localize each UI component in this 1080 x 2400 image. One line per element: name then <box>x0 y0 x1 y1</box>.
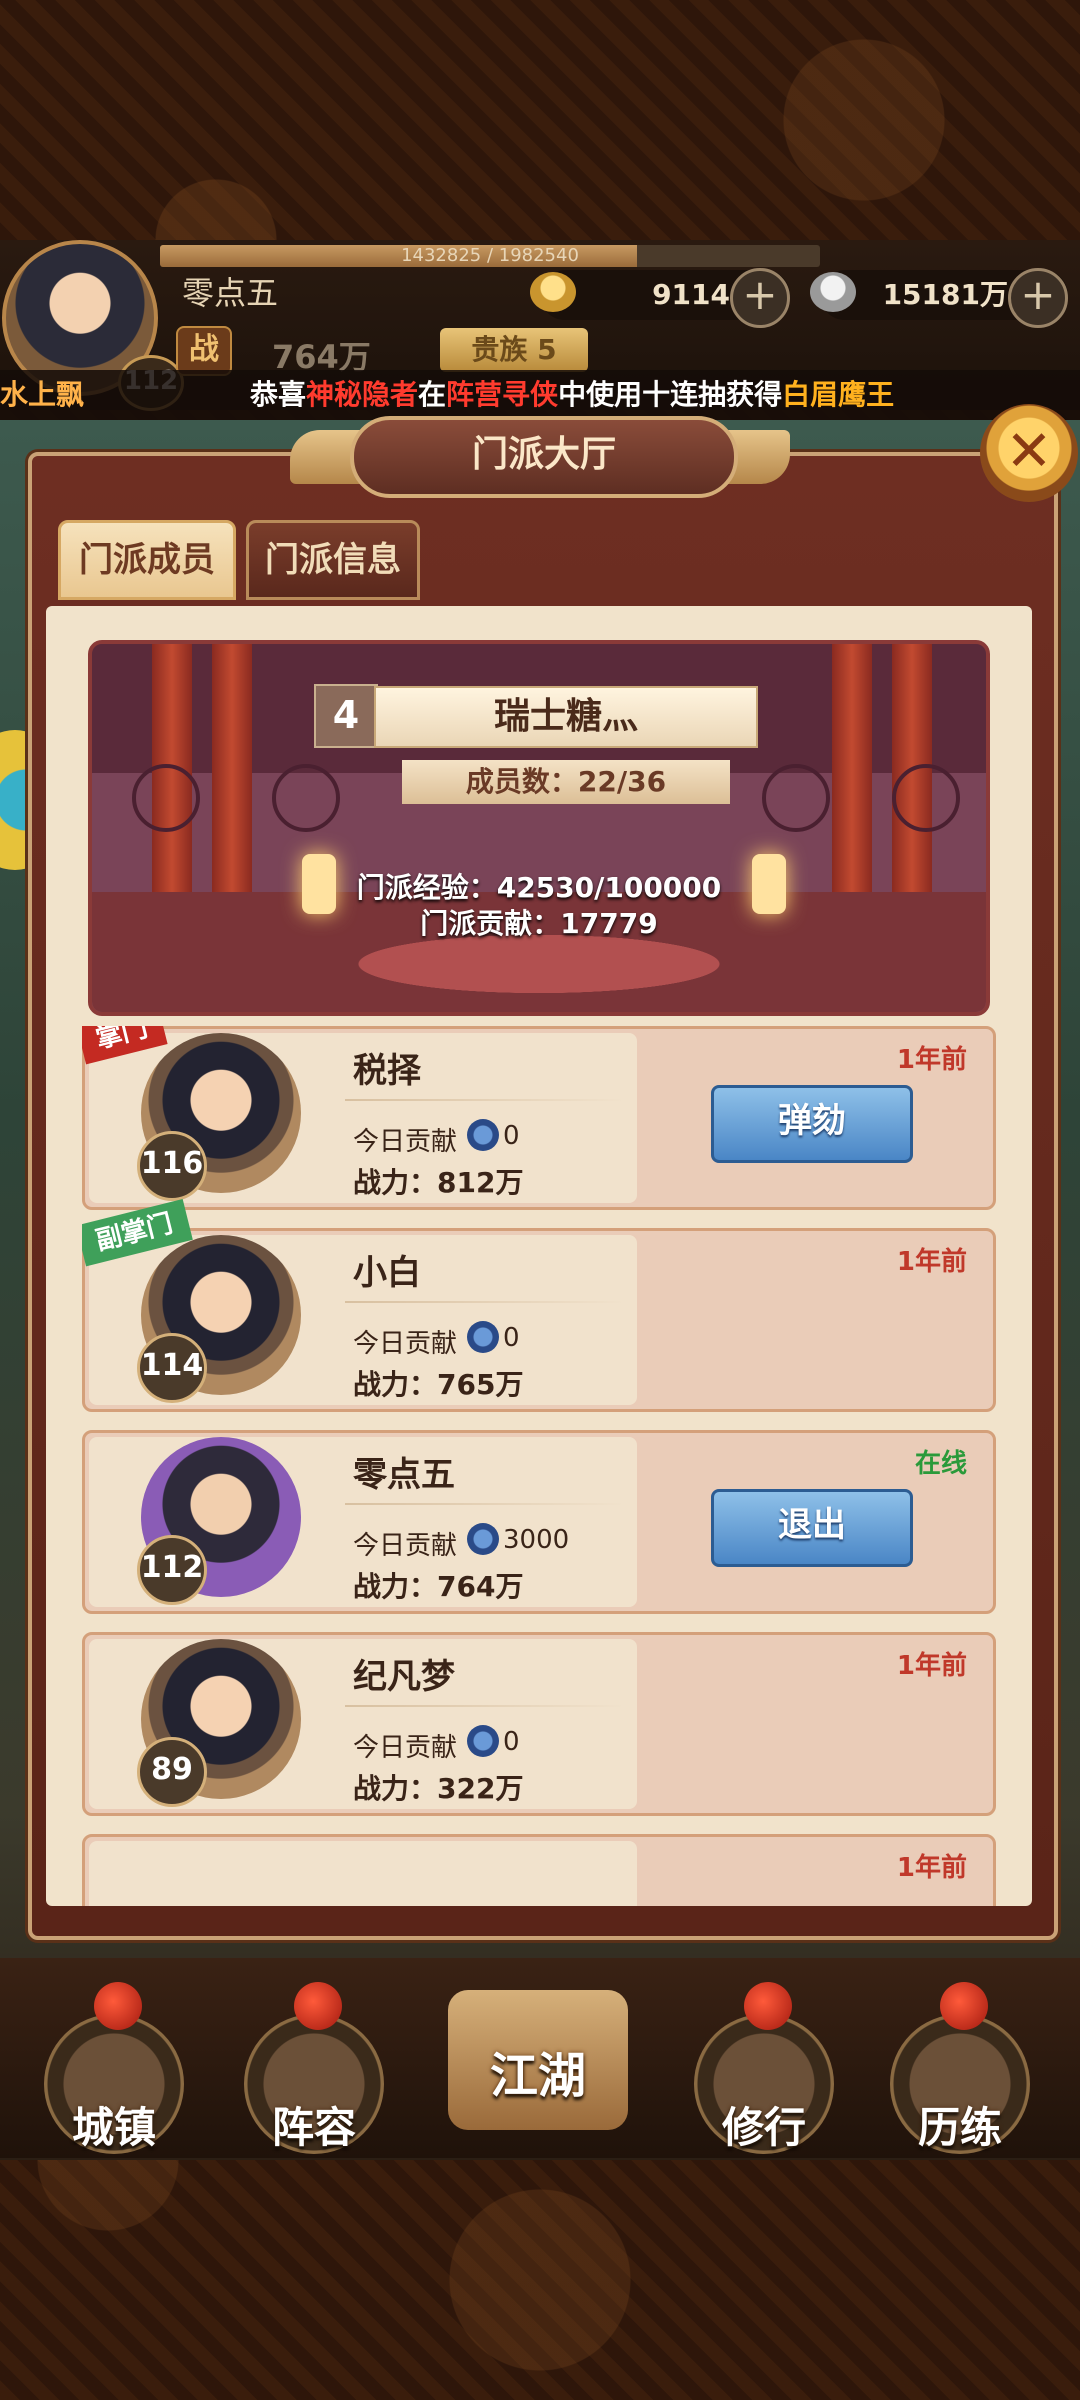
marquee-mid1: 在 <box>418 378 447 411</box>
dialog-title: 门派大厅 <box>350 416 738 498</box>
marquee-reward: 白眉鹰王 <box>782 378 895 411</box>
sect-member-count: 成员数：22/36 <box>402 760 730 804</box>
gold-currency: 9114 + <box>530 268 790 328</box>
member-power: 战力：764万 <box>353 1570 524 1603</box>
member-list[interactable]: 116 掌门 税择 今日贡献 0 战力：812万 1年前 弹劾 114 副掌门 … <box>82 1026 996 1906</box>
sect-contribution: 门派贡献：17779 <box>420 907 658 940</box>
dialog-content: 4 瑞士糖灬 成员数：22/36 门派经验：42530/100000 门派贡献：… <box>46 606 1032 1906</box>
contribution-label: 今日贡献 <box>353 1531 458 1561</box>
contribution-token-icon <box>467 1523 499 1555</box>
nav-trial-label[interactable]: 历练 <box>890 2094 1030 2155</box>
member-last-online: 1年前 <box>896 1247 967 1277</box>
nav-jianghu-label[interactable]: 江湖 <box>448 2036 628 2106</box>
member-card[interactable]: 114 副掌门 小白 今日贡献 0 战力：765万 1年前 <box>82 1199 996 1412</box>
sect-exp: 门派经验：42530/100000 <box>356 871 722 904</box>
contribution-value: 3000 <box>503 1525 570 1555</box>
marquee-prefix: 恭喜 <box>250 378 307 411</box>
member-card[interactable]: 116 掌门 税择 今日贡献 0 战力：812万 1年前 弹劾 <box>82 1026 996 1210</box>
divider <box>345 1099 625 1101</box>
lantern-dot-icon <box>94 1982 142 2030</box>
nav-town-label[interactable]: 城镇 <box>44 2094 184 2155</box>
member-level: 114 <box>137 1333 207 1403</box>
hall-window <box>272 764 340 832</box>
nav-training-label[interactable]: 修行 <box>694 2094 834 2155</box>
member-card-partial[interactable]: 1年前 <box>82 1834 996 1906</box>
member-online-status: 在线 <box>914 1449 967 1479</box>
gold-amount: 9114 <box>652 278 730 311</box>
player-name: 零点五 <box>182 274 279 312</box>
silver-amount: 15181万 <box>882 278 1008 311</box>
contribution-token-icon <box>467 1321 499 1353</box>
leave-sect-button[interactable]: 退出 <box>711 1489 913 1567</box>
announcement-marquee: 水上飘 恭喜神秘隐者在阵营寻侠中使用十连抽获得白眉鹰王 <box>0 370 1080 420</box>
member-level: 89 <box>137 1737 207 1807</box>
silver-currency: 15181万 + <box>810 268 1068 328</box>
gold-ingot-icon <box>530 272 576 312</box>
hall-window <box>762 764 830 832</box>
contribution-value: 0 <box>503 1323 520 1353</box>
lantern-dot-icon <box>294 1982 342 2030</box>
contribution-label: 今日贡献 <box>353 1733 458 1763</box>
nav-lineup-label[interactable]: 阵容 <box>244 2094 384 2155</box>
member-last-online: 1年前 <box>896 1853 967 1883</box>
divider <box>345 1503 625 1505</box>
member-info-panel <box>89 1841 637 1906</box>
member-name: 零点五 <box>353 1455 455 1495</box>
add-gold-button[interactable]: + <box>730 268 790 328</box>
contribution-token-icon <box>467 1119 499 1151</box>
power-icon: 战 <box>176 326 232 376</box>
noble-badge[interactable]: 贵族 5 <box>440 328 588 372</box>
marquee-message: 恭喜神秘隐者在阵营寻侠中使用十连抽获得白眉鹰王 <box>250 370 894 420</box>
member-power: 战力：812万 <box>353 1166 524 1199</box>
sect-rank: 4 <box>314 684 378 748</box>
close-button[interactable]: ✕ <box>980 404 1078 502</box>
divider <box>345 1301 625 1303</box>
hall-window <box>892 764 960 832</box>
tab-sect-info[interactable]: 门派信息 <box>246 520 420 600</box>
contribution-token-icon <box>467 1725 499 1757</box>
silver-ingot-icon <box>810 272 856 312</box>
member-name: 税择 <box>353 1051 421 1091</box>
member-power: 战力：322万 <box>353 1772 524 1805</box>
marquee-user: 神秘隐者 <box>306 378 419 411</box>
marquee-activity: 阵营寻侠 <box>446 378 559 411</box>
member-last-online: 1年前 <box>896 1045 967 1075</box>
member-name: 纪凡梦 <box>353 1657 455 1697</box>
exp-text: 1432825 / 1982540 <box>401 245 579 266</box>
impeach-button[interactable]: 弹劾 <box>711 1085 913 1163</box>
member-level: 116 <box>137 1131 207 1201</box>
member-card-self[interactable]: 112 零点五 今日贡献 3000 战力：764万 在线 退出 <box>82 1430 996 1614</box>
member-level: 112 <box>137 1535 207 1605</box>
contribution-label: 今日贡献 <box>353 1127 458 1157</box>
marquee-fragment: 水上飘 <box>0 378 85 411</box>
tab-sect-members[interactable]: 门派成员 <box>58 520 236 600</box>
contribution-label: 今日贡献 <box>353 1329 458 1359</box>
sect-hall-banner: 4 瑞士糖灬 成员数：22/36 门派经验：42530/100000 门派贡献：… <box>88 640 990 1016</box>
hall-window <box>132 764 200 832</box>
contribution-value: 0 <box>503 1121 520 1151</box>
marquee-mid2: 中使用十连抽获得 <box>558 378 783 411</box>
divider <box>345 1705 625 1707</box>
member-last-online: 1年前 <box>896 1651 967 1681</box>
member-name: 小白 <box>353 1253 421 1293</box>
add-silver-button[interactable]: + <box>1008 268 1068 328</box>
member-card[interactable]: 89 纪凡梦 今日贡献 0 战力：322万 1年前 <box>82 1632 996 1816</box>
member-power: 战力：765万 <box>353 1368 524 1401</box>
lantern-dot-icon <box>744 1982 792 2030</box>
lantern-dot-icon <box>940 1982 988 2030</box>
contribution-value: 0 <box>503 1727 520 1757</box>
sect-name: 瑞士糖灬 <box>374 686 758 748</box>
